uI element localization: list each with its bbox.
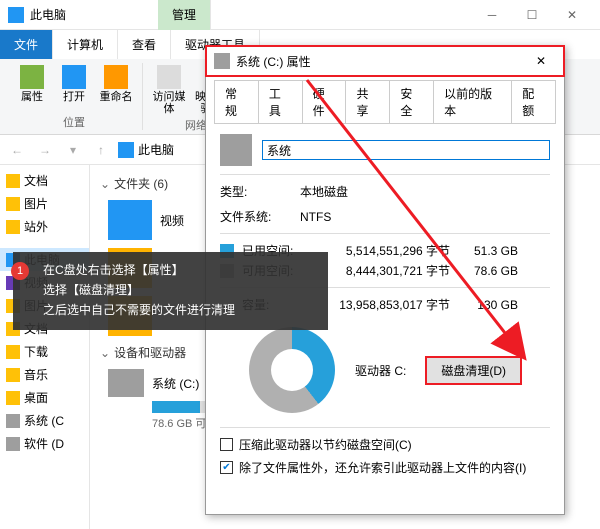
tutorial-line1: 在C盘处右击选择【属性】 bbox=[43, 260, 318, 280]
tree-documents[interactable]: 文档 bbox=[0, 169, 89, 192]
folder-icon bbox=[6, 174, 20, 188]
free-gb: 78.6 GB bbox=[458, 264, 518, 278]
minimize-button[interactable]: ─ bbox=[472, 1, 512, 29]
disk-icon bbox=[220, 134, 252, 166]
rename-icon bbox=[104, 65, 128, 89]
tutorial-callout: 1 在C盘处右击选择【属性】 选择【磁盘清理】 之后选中自己不需要的文件进行清理 bbox=[13, 252, 328, 330]
used-gb: 51.3 GB bbox=[458, 244, 518, 258]
maximize-button[interactable]: ☐ bbox=[512, 1, 552, 29]
ribbon-rename[interactable]: 重命名 bbox=[96, 63, 136, 105]
free-bytes: 8,444,301,721 字节 bbox=[320, 262, 450, 279]
ribbon-group-network: 网络 bbox=[185, 117, 207, 133]
checkbox-unchecked-icon bbox=[220, 438, 233, 451]
disk-icon bbox=[108, 369, 144, 397]
chevron-down-icon: ⌄ bbox=[100, 177, 110, 191]
folder-icon bbox=[6, 345, 20, 359]
index-checkbox-row[interactable]: ✔除了文件属性外，还允许索引此驱动器上文件的内容(I) bbox=[220, 459, 550, 476]
nav-tree[interactable]: 文档 图片 站外 此电脑 视频 图片 文档 下载 音乐 桌面 系统 (C 软件 … bbox=[0, 165, 90, 529]
drive-name-input[interactable] bbox=[262, 140, 550, 160]
tree-downloads[interactable]: 下载 bbox=[0, 340, 89, 363]
tab-quota[interactable]: 配额 bbox=[512, 80, 556, 123]
type-value: 本地磁盘 bbox=[300, 183, 348, 200]
ribbon-group-location: 位置 bbox=[63, 114, 85, 130]
fs-label: 文件系统: bbox=[220, 208, 290, 225]
folder-icon bbox=[6, 391, 20, 405]
tree-sites[interactable]: 站外 bbox=[0, 215, 89, 238]
tree-desktop[interactable]: 桌面 bbox=[0, 386, 89, 409]
this-pc-icon bbox=[8, 7, 24, 23]
checkbox-checked-icon: ✔ bbox=[220, 461, 233, 474]
manage-context-tab[interactable]: 管理 bbox=[158, 0, 211, 30]
tutorial-line2: 选择【磁盘清理】 bbox=[43, 280, 318, 300]
tree-drive-d[interactable]: 软件 (D bbox=[0, 432, 89, 455]
tree-drive-c[interactable]: 系统 (C bbox=[0, 409, 89, 432]
tutorial-line3: 之后选中自己不需要的文件进行清理 bbox=[43, 300, 318, 320]
ribbon-access-media[interactable]: 访问媒体 bbox=[149, 63, 189, 117]
disk-icon bbox=[6, 437, 20, 451]
chevron-down-icon: ⌄ bbox=[100, 346, 110, 360]
properties-titlebar: 系统 (C:) 属性 ✕ bbox=[206, 46, 564, 76]
tab-computer[interactable]: 计算机 bbox=[53, 30, 118, 59]
check-icon bbox=[20, 65, 44, 89]
type-label: 类型: bbox=[220, 183, 290, 200]
capacity-gb: 130 GB bbox=[458, 298, 518, 312]
explorer-titlebar: 此电脑 管理 ─ ☐ ✕ bbox=[0, 0, 600, 30]
capacity-bytes: 13,958,853,017 字节 bbox=[320, 296, 450, 313]
properties-title: 系统 (C:) 属性 bbox=[236, 53, 526, 70]
ribbon-open[interactable]: 打开 bbox=[54, 63, 94, 105]
media-icon bbox=[157, 65, 181, 89]
properties-tabs: 常规 工具 硬件 共享 安全 以前的版本 配额 bbox=[206, 76, 564, 123]
window-title: 此电脑 bbox=[30, 6, 472, 23]
folder-icon bbox=[6, 220, 20, 234]
video-folder-icon bbox=[108, 200, 152, 240]
compress-checkbox-row[interactable]: 压缩此驱动器以节约磁盘空间(C) bbox=[220, 436, 550, 453]
this-pc-icon bbox=[118, 142, 134, 158]
properties-close-button[interactable]: ✕ bbox=[526, 54, 556, 68]
tab-view[interactable]: 查看 bbox=[118, 30, 171, 59]
tree-pictures[interactable]: 图片 bbox=[0, 192, 89, 215]
tab-tools[interactable]: 工具 bbox=[259, 80, 303, 123]
close-button[interactable]: ✕ bbox=[552, 1, 592, 29]
disk-cleanup-button[interactable]: 磁盘清理(D) bbox=[426, 357, 521, 384]
drive-c-label: 驱动器 C: bbox=[355, 362, 406, 379]
tab-security[interactable]: 安全 bbox=[390, 80, 434, 123]
drive-c-label: 系统 (C:) bbox=[152, 375, 199, 392]
disk-icon bbox=[6, 414, 20, 428]
nav-up[interactable]: ↑ bbox=[90, 139, 112, 161]
tab-general[interactable]: 常规 bbox=[214, 80, 259, 123]
folder-icon bbox=[6, 197, 20, 211]
nav-back[interactable]: ← bbox=[6, 139, 28, 161]
used-bytes: 5,514,551,296 字节 bbox=[320, 242, 450, 259]
folder-icon bbox=[6, 368, 20, 382]
nav-recent[interactable]: ▾ bbox=[62, 139, 84, 161]
tab-sharing[interactable]: 共享 bbox=[346, 80, 390, 123]
tab-file[interactable]: 文件 bbox=[0, 30, 53, 59]
breadcrumb[interactable]: 此电脑 bbox=[118, 141, 174, 158]
tab-hardware[interactable]: 硬件 bbox=[303, 80, 347, 123]
nav-forward[interactable]: → bbox=[34, 139, 56, 161]
disk-icon bbox=[214, 53, 230, 69]
tree-music[interactable]: 音乐 bbox=[0, 363, 89, 386]
usage-pie-chart bbox=[249, 327, 335, 413]
tutorial-step-number: 1 bbox=[11, 262, 29, 280]
open-icon bbox=[62, 65, 86, 89]
tab-previous[interactable]: 以前的版本 bbox=[434, 80, 512, 123]
ribbon-properties[interactable]: 属性 bbox=[12, 63, 52, 105]
fs-value: NTFS bbox=[300, 210, 331, 224]
breadcrumb-this-pc: 此电脑 bbox=[138, 141, 174, 158]
